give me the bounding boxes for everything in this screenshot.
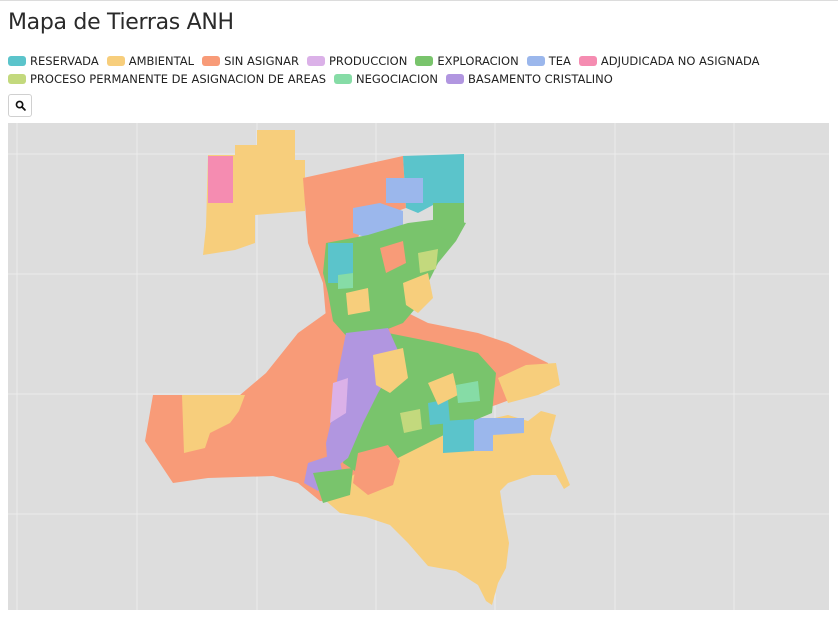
search-icon: [15, 100, 26, 111]
page-title: Mapa de Tierras ANH: [8, 10, 234, 35]
area-proceso-permanente: [400, 409, 422, 433]
legend-swatch: [415, 56, 434, 66]
legend-swatch: [446, 74, 464, 84]
legend-item-produccion[interactable]: PRODUCCION: [306, 54, 408, 68]
area-proceso-permanente: [418, 249, 438, 273]
legend-item-exploracion[interactable]: EXPLORACION: [415, 54, 519, 68]
legend-item-ambiental[interactable]: AMBIENTAL: [106, 54, 195, 68]
area-adjudicada: [208, 156, 233, 203]
legend-label: NEGOCIACION: [356, 72, 438, 86]
legend-item-tea[interactable]: TEA: [526, 54, 571, 68]
area-reservada: [443, 419, 474, 453]
legend-item-adjudicada-no-asignada[interactable]: ADJUDICADA NO ASIGNADA: [578, 54, 760, 68]
legend-label: EXPLORACION: [437, 54, 519, 68]
legend-label: TEA: [548, 54, 571, 68]
legend-label: PROCESO PERMANENTE DE ASIGNACION DE AREA…: [30, 72, 326, 86]
top-divider: [0, 0, 838, 1]
legend-swatch: [8, 74, 26, 84]
legend-swatch: [202, 56, 221, 66]
legend-swatch: [306, 56, 325, 66]
area-negociacion: [338, 273, 353, 289]
legend-swatch: [526, 56, 545, 66]
land-areas: [145, 130, 570, 605]
legend-swatch: [578, 56, 597, 66]
legend-label: AMBIENTAL: [128, 54, 195, 68]
legend-item-basamento-cristalino[interactable]: BASAMENTO CRISTALINO: [446, 72, 613, 86]
search-button[interactable]: [8, 94, 32, 117]
legend-item-reservada[interactable]: RESERVADA: [8, 54, 99, 68]
legend-swatch: [106, 56, 125, 66]
legend-label: RESERVADA: [30, 54, 99, 68]
legend-item-sin-asignar[interactable]: SIN ASIGNAR: [202, 54, 299, 68]
legend-label: BASAMENTO CRISTALINO: [468, 72, 613, 86]
legend-item-proceso-permanente[interactable]: PROCESO PERMANENTE DE ASIGNACION DE AREA…: [8, 72, 326, 86]
map-legend: RESERVADA AMBIENTAL SIN ASIGNAR PRODUCCI…: [8, 54, 808, 86]
legend-swatch: [8, 56, 26, 66]
legend-label: SIN ASIGNAR: [224, 54, 299, 68]
legend-label: ADJUDICADA NO ASIGNADA: [600, 54, 760, 68]
area-tea: [386, 178, 423, 203]
legend-swatch: [334, 74, 352, 84]
legend-label: PRODUCCION: [328, 54, 408, 68]
map-canvas[interactable]: [8, 123, 829, 610]
legend-item-negociacion[interactable]: NEGOCIACION: [334, 72, 438, 86]
